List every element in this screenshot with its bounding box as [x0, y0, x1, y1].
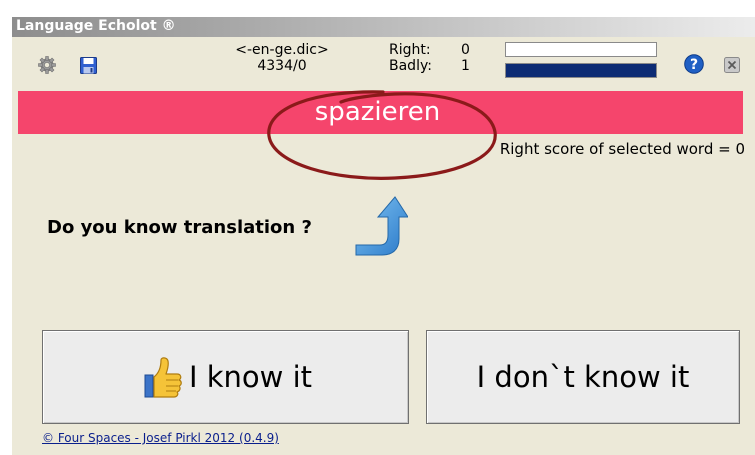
- thumbs-up-icon: [144, 357, 182, 398]
- i-know-it-label: I know it: [188, 360, 313, 394]
- dictionary-name: <-en-ge.dic>: [235, 42, 329, 58]
- badly-value: 1: [461, 58, 470, 74]
- right-value: 0: [461, 42, 470, 58]
- highlight-ellipse: [267, 90, 497, 180]
- gear-icon[interactable]: [38, 56, 56, 74]
- help-icon[interactable]: ?: [684, 54, 704, 74]
- i-know-it-button[interactable]: I know it: [42, 330, 409, 424]
- badly-progress-fill: [506, 64, 656, 77]
- copyright-link[interactable]: © Four Spaces - Josef Pirkl 2012 (0.4.9): [42, 431, 279, 445]
- window-title: Language Echolot ®: [16, 18, 176, 34]
- badly-progress-bar: [505, 63, 657, 78]
- badly-label: Badly:: [389, 58, 432, 74]
- i-dont-know-it-label: I don`t know it: [476, 360, 690, 394]
- right-label: Right:: [389, 42, 431, 58]
- save-icon[interactable]: [80, 57, 97, 74]
- word-counts: 4334/0: [257, 58, 307, 74]
- svg-text:?: ?: [690, 57, 698, 73]
- close-icon[interactable]: [724, 57, 740, 73]
- up-arrow-icon: [355, 196, 408, 256]
- i-dont-know-it-button[interactable]: I don`t know it: [426, 330, 740, 424]
- translation-question: Do you know translation ?: [47, 217, 312, 238]
- right-progress-bar: [505, 42, 657, 57]
- title-bar[interactable]: Language Echolot ®: [12, 17, 755, 37]
- selected-word-score: Right score of selected word = 0: [499, 140, 745, 158]
